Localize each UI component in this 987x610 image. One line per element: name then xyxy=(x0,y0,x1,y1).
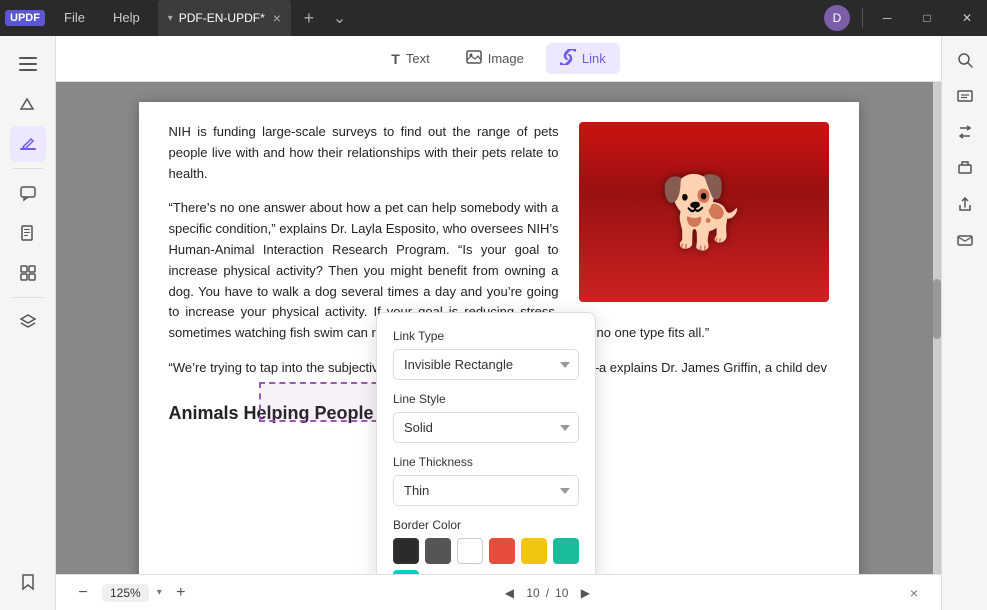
bottom-bar: − 125% ▾ + ◀ 10 / 10 ▶ × xyxy=(56,574,941,610)
color-red[interactable] xyxy=(489,538,515,564)
annotation-toolbar: T Text Image Link xyxy=(56,36,941,82)
app-logo: UPDF xyxy=(0,10,50,26)
main-container: T Text Image Link � xyxy=(0,36,987,610)
text-tool-icon: T xyxy=(391,51,400,67)
menu-bar: File Help xyxy=(50,0,154,36)
content-area: T Text Image Link � xyxy=(56,36,941,610)
new-tab-button[interactable]: + xyxy=(295,4,323,32)
sidebar-bookmark-icon[interactable] xyxy=(10,564,46,600)
color-white[interactable] xyxy=(457,538,483,564)
tab-close-button[interactable]: × xyxy=(273,10,281,26)
page-next-button[interactable]: ▶ xyxy=(574,582,596,604)
color-black[interactable] xyxy=(393,538,419,564)
color-dark-gray[interactable] xyxy=(425,538,451,564)
convert-icon[interactable] xyxy=(949,116,981,148)
sidebar-panel-icon[interactable] xyxy=(10,46,46,82)
tabs-overflow-button[interactable]: ⌄ xyxy=(323,8,356,28)
share-icon[interactable] xyxy=(949,188,981,220)
minimize-button[interactable]: ─ xyxy=(867,0,907,36)
image-tool-label: Image xyxy=(488,51,524,66)
scrollbar-thumb[interactable] xyxy=(933,279,941,339)
titlebar-divider xyxy=(862,8,863,28)
window-controls: ─ □ ✕ xyxy=(867,0,987,36)
left-sidebar xyxy=(0,36,56,610)
link-panel: Link Type Invisible Rectangle Visible Re… xyxy=(376,312,596,574)
line-thickness-select[interactable]: Thin Medium Thick xyxy=(393,475,579,506)
toolbar-close-button[interactable]: × xyxy=(903,582,925,604)
link-tool-button[interactable]: Link xyxy=(546,43,620,74)
sidebar-divider-2 xyxy=(13,297,43,298)
active-tab[interactable]: ▾ PDF-EN-UPDF* × xyxy=(158,0,291,36)
sidebar-highlight-icon[interactable] xyxy=(10,86,46,122)
text-tool-label: Text xyxy=(406,51,430,66)
search-icon[interactable] xyxy=(949,44,981,76)
sidebar-organize-icon[interactable] xyxy=(10,255,46,291)
sidebar-layers-icon[interactable] xyxy=(10,304,46,340)
sidebar-comment-icon[interactable] xyxy=(10,175,46,211)
color-cyan[interactable] xyxy=(393,570,419,574)
color-yellow[interactable] xyxy=(521,538,547,564)
page-separator: / xyxy=(546,586,549,600)
close-button[interactable]: ✕ xyxy=(947,0,987,36)
page-total: 10 xyxy=(555,586,568,600)
image-tool-icon xyxy=(466,49,482,68)
border-color-label: Border Color xyxy=(393,518,579,532)
tab-arrow: ▾ xyxy=(168,13,173,24)
text-tool-button[interactable]: T Text xyxy=(377,45,443,73)
pdf-image: 🐕 xyxy=(579,122,829,302)
sidebar-edit-icon[interactable] xyxy=(10,126,46,162)
page-current: 10 xyxy=(526,586,539,600)
sidebar-pages-icon[interactable] xyxy=(10,215,46,251)
sidebar-divider-1 xyxy=(13,168,43,169)
page-prev-button[interactable]: ◀ xyxy=(498,582,520,604)
zoom-dropdown-arrow[interactable]: ▾ xyxy=(157,587,162,598)
dog-photo: 🐕 xyxy=(579,122,829,302)
help-menu[interactable]: Help xyxy=(99,0,154,36)
user-avatar[interactable]: D xyxy=(824,5,850,31)
compress-icon[interactable] xyxy=(949,152,981,184)
link-type-label: Link Type xyxy=(393,329,579,343)
line-style-label: Line Style xyxy=(393,392,579,406)
color-swatches xyxy=(393,538,579,574)
zoom-out-button[interactable]: − xyxy=(72,582,94,604)
email-icon[interactable] xyxy=(949,224,981,256)
right-sidebar xyxy=(941,36,987,610)
link-tool-label: Link xyxy=(582,51,606,66)
line-thickness-label: Line Thickness xyxy=(393,455,579,469)
ocr-icon[interactable] xyxy=(949,80,981,112)
image-tool-button[interactable]: Image xyxy=(452,43,538,74)
pagination: ◀ 10 / 10 ▶ xyxy=(498,582,596,604)
pdf-viewport[interactable]: 🐕 NIH is funding large-scale surveys to … xyxy=(56,82,941,574)
maximize-button[interactable]: □ xyxy=(907,0,947,36)
tab-title: PDF-EN-UPDF* xyxy=(179,11,265,25)
link-tool-icon xyxy=(560,49,576,68)
zoom-level[interactable]: 125% xyxy=(102,584,149,602)
titlebar: UPDF File Help ▾ PDF-EN-UPDF* × + ⌄ D ─ … xyxy=(0,0,987,36)
zoom-in-button[interactable]: + xyxy=(170,582,192,604)
file-menu[interactable]: File xyxy=(50,0,99,36)
line-style-select[interactable]: Solid Dashed Underline xyxy=(393,412,579,443)
color-teal[interactable] xyxy=(553,538,579,564)
scrollbar-track[interactable] xyxy=(933,82,941,574)
link-type-select[interactable]: Invisible Rectangle Visible Rectangle xyxy=(393,349,579,380)
